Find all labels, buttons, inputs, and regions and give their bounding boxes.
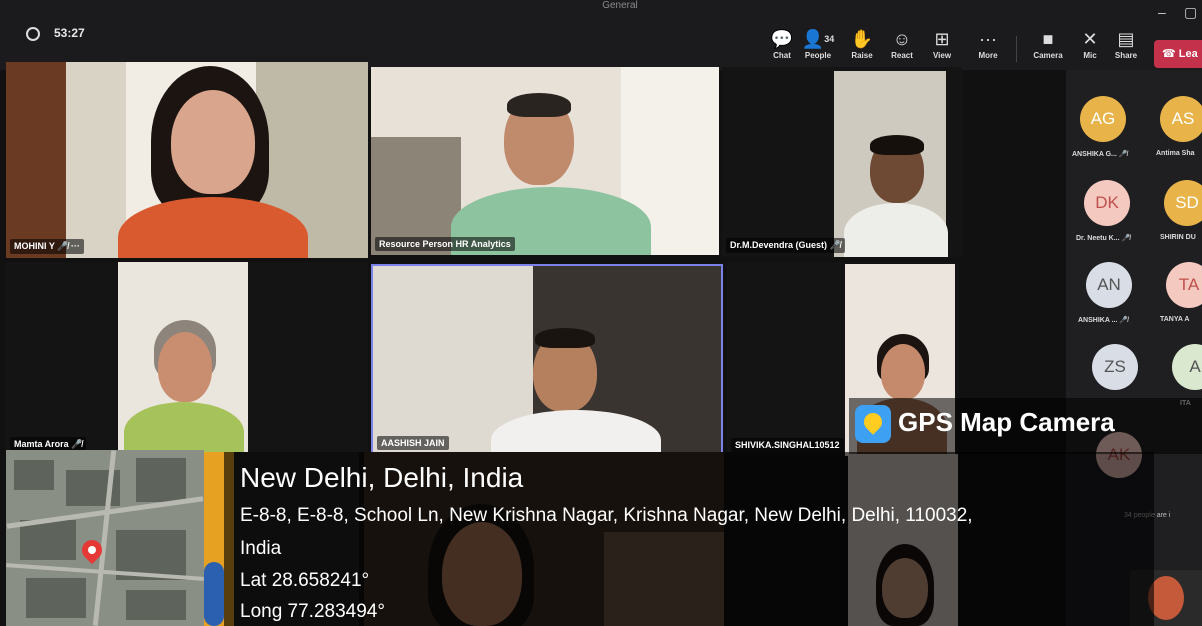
participant-avatar[interactable]: AN [1086,262,1132,308]
participant-avatar-name: Dr. Neetu K... 🎤̸ [1076,235,1131,242]
camera-icon: ■ [1042,29,1054,49]
react-icon: ☺ [892,29,912,49]
camera-button[interactable]: ■ Camera [1026,30,1070,60]
participant-avatar[interactable]: ZS [1092,344,1138,390]
share-button[interactable]: ▤ Share [1104,30,1148,60]
camera-label: Camera [1033,51,1063,60]
people-label: People [804,51,832,60]
video-tile-resource-person[interactable]: Resource Person HR Analytics [371,67,719,255]
view-icon: ⊞ [934,29,950,49]
participant-avatar-name: SHIRIN DU [1160,234,1196,241]
participant-avatar[interactable]: AG [1080,96,1126,142]
participant-name: Dr.M.Devendra (Guest) 🎤̸ [726,238,845,253]
leave-label: Lea [1178,48,1198,60]
window-title: General [602,0,638,11]
participant-avatar[interactable]: DK [1084,180,1130,226]
participant-avatar[interactable]: AS [1160,96,1202,142]
people-count: 34 [824,34,835,44]
participant-name: Resource Person HR Analytics [375,237,515,251]
leave-button[interactable]: ☎ Lea [1154,40,1202,68]
video-tile-devendra[interactable]: Dr.M.Devendra (Guest) 🎤̸ [722,67,962,257]
gps-brand-text: GPS Map Camera [898,407,1115,437]
meeting-timer: 53:27 [54,26,85,40]
more-icon: ··· [979,29,997,49]
react-button[interactable]: ☺ React [880,30,924,60]
share-icon: ▤ [1117,29,1135,49]
view-button[interactable]: ⊞ View [920,30,964,60]
gps-city: New Delhi, Delhi, India [240,462,524,493]
gps-address-line-2: India [240,538,282,559]
raise-hand-icon: ✋ [850,29,874,49]
participant-avatar[interactable]: SD [1164,180,1202,226]
share-label: Share [1114,51,1138,60]
participant-avatar-name: TANYA A [1160,316,1190,323]
people-button[interactable]: 👤34 People [796,30,840,60]
more-button[interactable]: ··· More [966,30,1010,60]
video-tile-aashish[interactable]: AASHISH JAIN [371,264,723,456]
more-label: More [978,51,998,60]
video-tile-mohini[interactable]: MOHINI Y 🎤̸ ··· [6,62,368,258]
gps-latitude: Lat 28.658241° [240,570,370,591]
raise-label: Raise [851,51,873,60]
participant-name: MOHINI Y 🎤̸ ··· [10,239,84,254]
location-map-thumbnail [6,450,204,626]
video-tile-mamta[interactable]: Mamta Arora 🎤̸ [6,262,368,456]
raise-button[interactable]: ✋ Raise [840,30,884,60]
view-label: View [932,51,952,60]
toolbar-separator [1016,36,1017,62]
participant-name: SHIVIKA.SINGHAL10512 [731,438,844,452]
meeting-toolbar: General 53:27 – ▢ [0,0,1202,70]
participant-name: AASHISH JAIN [377,436,449,450]
shield-icon [26,27,40,41]
maximize-icon[interactable]: ▢ [1184,4,1197,21]
gps-address-line-1: E-8-8, E-8-8, School Ln, New Krishna Nag… [240,505,973,526]
gps-map-camera-icon [855,405,891,443]
gps-longitude: Long 77.283494° [240,601,385,622]
react-label: React [891,51,913,60]
participant-avatar-name: ANSHIKA ... 🎤̸ [1078,317,1129,324]
people-icon: 👤34 [801,29,835,49]
minimize-icon[interactable]: – [1158,4,1166,20]
participant-avatar-name: Antima Sha [1156,150,1195,157]
participant-avatar-name: ANSHIKA G... 🎤̸ [1072,151,1128,158]
